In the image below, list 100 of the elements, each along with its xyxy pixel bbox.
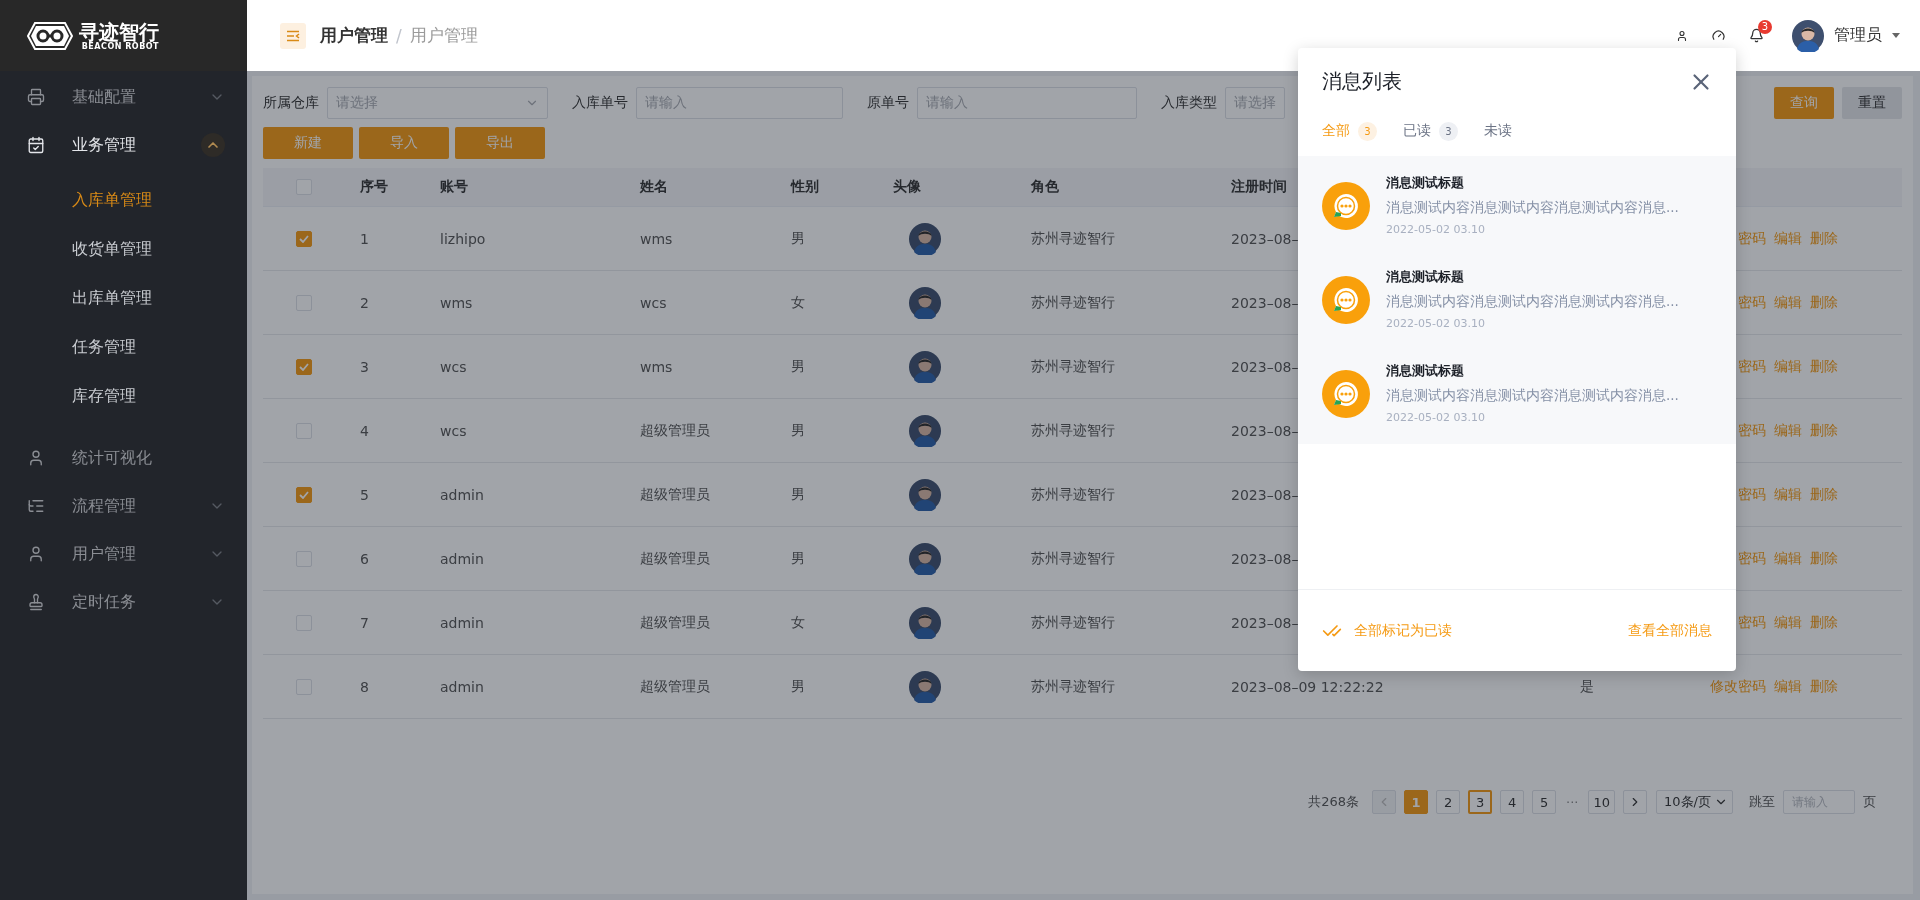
user-icon[interactable] (1676, 29, 1688, 42)
breadcrumb-item: 用户管理 (409, 24, 478, 47)
table-cell-text: 2023–08– (1230, 614, 1299, 631)
table-cell-text: 超级管理员 (639, 549, 710, 568)
page-button[interactable]: 10 (1588, 790, 1615, 814)
sidebar-subitem[interactable]: 出库单管理 (0, 274, 247, 323)
user-name[interactable]: 管理员 (1834, 25, 1882, 46)
table-cell-text: admin (439, 614, 484, 631)
message-body: 消息测试内容消息测试内容消息测试内容消息... (1386, 386, 1679, 405)
sidebar-label: 流程管理 (72, 495, 137, 517)
table-cell-text: wms (439, 294, 473, 311)
action-link[interactable]: 删除 (1810, 293, 1838, 312)
message-title[interactable]: 消息测试标题 (1386, 265, 1679, 289)
bell-icon[interactable] (1749, 28, 1764, 43)
menu-fold-button[interactable] (280, 22, 306, 49)
action-link[interactable]: 编辑 (1774, 613, 1802, 632)
action-link[interactable]: 编辑 (1774, 485, 1802, 504)
action-link[interactable]: 密码 (1738, 357, 1766, 376)
action-link[interactable]: 修改密码 (1710, 677, 1766, 696)
action-link[interactable]: 编辑 (1774, 293, 1802, 312)
action-link[interactable]: 编辑 (1774, 229, 1802, 248)
column-header: 角色 (1030, 178, 1059, 196)
table-cell-text: 女 (790, 613, 805, 632)
table-cell-text: 男 (790, 549, 805, 568)
checkbox[interactable] (296, 358, 312, 375)
action-link[interactable]: 密码 (1738, 421, 1766, 440)
action-link[interactable]: 删除 (1810, 613, 1838, 632)
table-cell-text: lizhipo (439, 230, 486, 247)
table-cell-text: 超级管理员 (639, 613, 710, 632)
action-button[interactable]: 导入 (359, 127, 449, 159)
table-cell-text: 超级管理员 (639, 485, 710, 504)
menu-icon (27, 136, 45, 154)
action-link[interactable]: 删除 (1810, 549, 1838, 568)
gauge-icon[interactable] (1712, 29, 1725, 42)
sidebar-label: 统计可视化 (72, 447, 153, 469)
sidebar-item[interactable]: 统计可视化 (0, 434, 247, 482)
action-link[interactable]: 删除 (1810, 677, 1838, 696)
view-all-link[interactable]: 查看全部消息 (1628, 621, 1712, 640)
page-button[interactable]: 2 (1436, 790, 1461, 814)
action-link[interactable]: 编辑 (1774, 549, 1802, 568)
sidebar-subitem[interactable]: 库存管理 (0, 372, 247, 421)
reset-button[interactable]: 重置 (1842, 87, 1902, 119)
sidebar-subitem[interactable]: 入库单管理 (0, 176, 247, 225)
page-button[interactable]: 3 (1468, 790, 1493, 814)
action-link[interactable]: 编辑 (1774, 421, 1802, 440)
sidebar-subitem[interactable]: 任务管理 (0, 323, 247, 372)
avatar (909, 414, 941, 447)
column-header: 头像 (892, 178, 921, 196)
page-button[interactable]: 4 (1500, 790, 1525, 814)
collapse-icon[interactable] (201, 133, 225, 157)
table-cell-text: 苏州寻迹智行 (1030, 229, 1115, 248)
sidebar-item[interactable]: 定时任务 (0, 578, 247, 626)
caret-icon[interactable] (1892, 33, 1900, 38)
action-link[interactable]: 密码 (1738, 549, 1766, 568)
panel-title: 消息列表 (1322, 68, 1402, 95)
table-cell-text: 苏州寻迹智行 (1030, 485, 1115, 504)
action-link[interactable]: 编辑 (1774, 677, 1802, 696)
message-tab[interactable]: 已读 3 (1403, 121, 1458, 141)
sidebar-subitem[interactable]: 收货单管理 (0, 225, 247, 274)
table-cell-text: 2023–08– (1230, 358, 1299, 375)
action-link[interactable]: 密码 (1738, 613, 1766, 632)
column-header: 姓名 (639, 178, 668, 196)
message-title[interactable]: 消息测试标题 (1386, 171, 1679, 195)
action-link[interactable]: 删除 (1810, 229, 1838, 248)
action-link[interactable]: 删除 (1810, 357, 1838, 376)
sidebar-item[interactable]: 基础配置 (0, 73, 247, 121)
table-cell-text: 是 (1579, 677, 1594, 696)
filter-label: 入库类型 (1161, 94, 1217, 112)
table-cell-text: 超级管理员 (639, 421, 710, 440)
action-link[interactable]: 密码 (1738, 229, 1766, 248)
action-link[interactable]: 编辑 (1774, 357, 1802, 376)
table-cell-text: 6 (359, 550, 369, 567)
action-link[interactable]: 密码 (1738, 485, 1766, 504)
search-button[interactable]: 查询 (1774, 87, 1834, 119)
action-button[interactable]: 新建 (263, 127, 353, 159)
sidebar-item[interactable]: 流程管理 (0, 482, 247, 530)
table-cell-text: 苏州寻迹智行 (1030, 613, 1115, 632)
action-link[interactable]: 删除 (1810, 421, 1838, 440)
table-cell-text: 男 (790, 357, 805, 376)
message-time: 2022-05-02 03.10 (1386, 410, 1486, 426)
message-tab[interactable]: 全部 3 (1322, 121, 1377, 141)
checkbox[interactable] (296, 230, 312, 247)
breadcrumb-item[interactable]: 用户管理 (320, 24, 388, 47)
user-avatar (1792, 19, 1824, 52)
sidebar-item[interactable]: 用户管理 (0, 530, 247, 578)
page-ellipsis: ··· (1565, 794, 1580, 810)
avatar (909, 222, 941, 255)
action-link[interactable]: 密码 (1738, 293, 1766, 312)
next-page-button[interactable] (1623, 790, 1647, 814)
message-title[interactable]: 消息测试标题 (1386, 359, 1679, 383)
table-cell-text: 男 (790, 421, 805, 440)
page-size-select[interactable]: 10条/页 (1656, 790, 1733, 814)
page-button[interactable]: 5 (1532, 790, 1557, 814)
sidebar-item[interactable]: 业务管理 (0, 121, 247, 169)
action-button[interactable]: 导出 (455, 127, 545, 159)
message-tab[interactable]: 未读 (1484, 122, 1512, 140)
mark-all-read-link[interactable]: 全部标记为已读 (1322, 620, 1452, 641)
action-link[interactable]: 删除 (1810, 485, 1838, 504)
page-button[interactable]: 1 (1404, 790, 1429, 814)
checkbox[interactable] (296, 486, 312, 503)
